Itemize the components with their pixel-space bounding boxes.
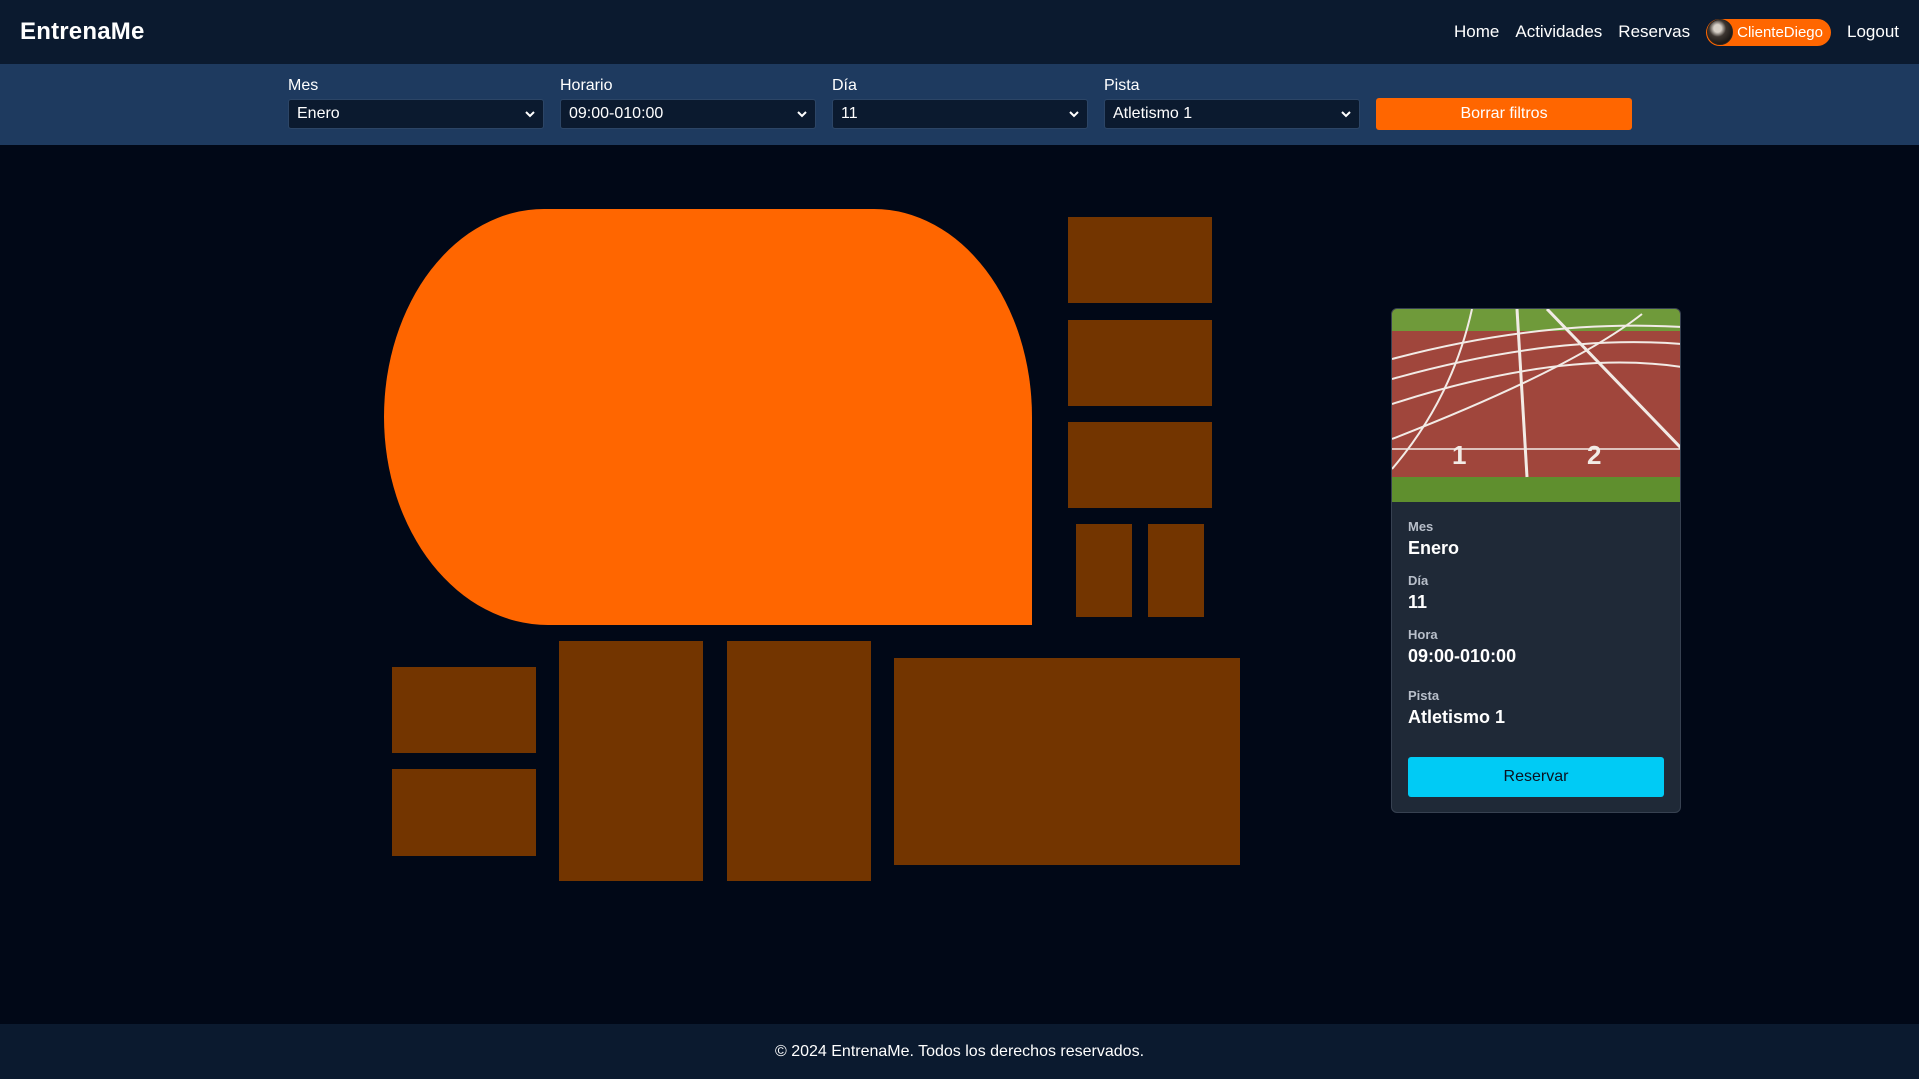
map-athletics-track-selected[interactable] — [384, 209, 1032, 625]
card-details: Mes Enero Día 11 Hora 09:00-010:00 Pista… — [1392, 519, 1680, 728]
footer: © 2024 EntrenaMe. Todos los derechos res… — [0, 1024, 1919, 1079]
schedule-select[interactable]: 09:00-010:00 — [560, 99, 816, 129]
user-name: ClienteDiego — [1737, 23, 1823, 41]
footer-copyright: © 2024 EntrenaMe. Todos los derechos res… — [774, 1042, 1145, 1060]
clear-filters-button[interactable]: Borrar filtros — [1376, 98, 1632, 130]
schedule-filter-label: Horario — [560, 77, 613, 94]
reserve-button[interactable]: Reservar — [1408, 757, 1664, 797]
nav-activities-link[interactable]: Actividades — [1515, 22, 1602, 42]
schedule-filter: Horario 09:00-010:00 — [560, 77, 816, 129]
map-court[interactable] — [1148, 524, 1204, 617]
lane-number-label: 1 — [1452, 440, 1466, 470]
map-court[interactable] — [392, 769, 536, 856]
card-hour-label: Hora — [1408, 627, 1438, 642]
month-filter-label: Mes — [288, 77, 319, 94]
chevron-down-icon — [1341, 111, 1351, 118]
map-court[interactable] — [1068, 217, 1212, 303]
map-court[interactable] — [1076, 524, 1132, 617]
avatar — [1707, 19, 1734, 45]
card-day-label: Día — [1408, 573, 1429, 588]
nav-reservations-link[interactable]: Reservas — [1618, 22, 1690, 42]
court-filter: Pista Atletismo 1 — [1104, 77, 1360, 129]
card-day-value: 11 — [1408, 592, 1428, 612]
map-court[interactable] — [894, 658, 1240, 865]
map-court[interactable] — [727, 641, 871, 881]
map-court[interactable] — [392, 667, 536, 753]
nav-links: Home Actividades Reservas ClienteDiego L… — [1454, 18, 1899, 46]
court-select[interactable]: Atletismo 1 — [1104, 99, 1360, 129]
schedule-select-value: 09:00-010:00 — [569, 105, 664, 122]
nav-home-link[interactable]: Home — [1454, 22, 1499, 42]
athletics-track-image: 1 2 — [1392, 309, 1680, 502]
lane-number-label: 2 — [1587, 440, 1601, 470]
map-court[interactable] — [1068, 422, 1212, 508]
logout-link[interactable]: Logout — [1847, 22, 1899, 42]
map-court[interactable] — [559, 641, 703, 881]
map-court[interactable] — [1068, 320, 1212, 406]
brand-logo[interactable]: EntrenaMe — [20, 18, 145, 46]
month-select[interactable]: Enero — [288, 99, 544, 129]
chevron-down-icon — [1069, 111, 1079, 118]
card-court-value: Atletismo 1 — [1408, 707, 1506, 727]
day-filter: Día 11 — [832, 77, 1088, 129]
month-filter: Mes Enero — [288, 77, 544, 129]
user-menu-button[interactable]: ClienteDiego — [1706, 18, 1831, 46]
chevron-down-icon — [797, 111, 807, 118]
card-court-label: Pista — [1408, 688, 1440, 703]
card-month-value: Enero — [1408, 538, 1460, 558]
day-select[interactable]: 11 — [832, 99, 1088, 129]
court-filter-label: Pista — [1104, 77, 1140, 94]
top-navbar: EntrenaMe Home Actividades Reservas Clie… — [0, 0, 1919, 64]
chevron-down-icon — [525, 111, 535, 118]
court-select-value: Atletismo 1 — [1113, 105, 1193, 122]
reservation-card: 1 2 Mes Enero Día 11 Hora 09:00-010:00 P… — [1391, 308, 1681, 813]
card-month-label: Mes — [1408, 519, 1434, 534]
day-select-value: 11 — [841, 105, 858, 122]
card-hour-value: 09:00-010:00 — [1408, 646, 1517, 666]
month-select-value: Enero — [297, 105, 340, 122]
day-filter-label: Día — [832, 77, 857, 94]
